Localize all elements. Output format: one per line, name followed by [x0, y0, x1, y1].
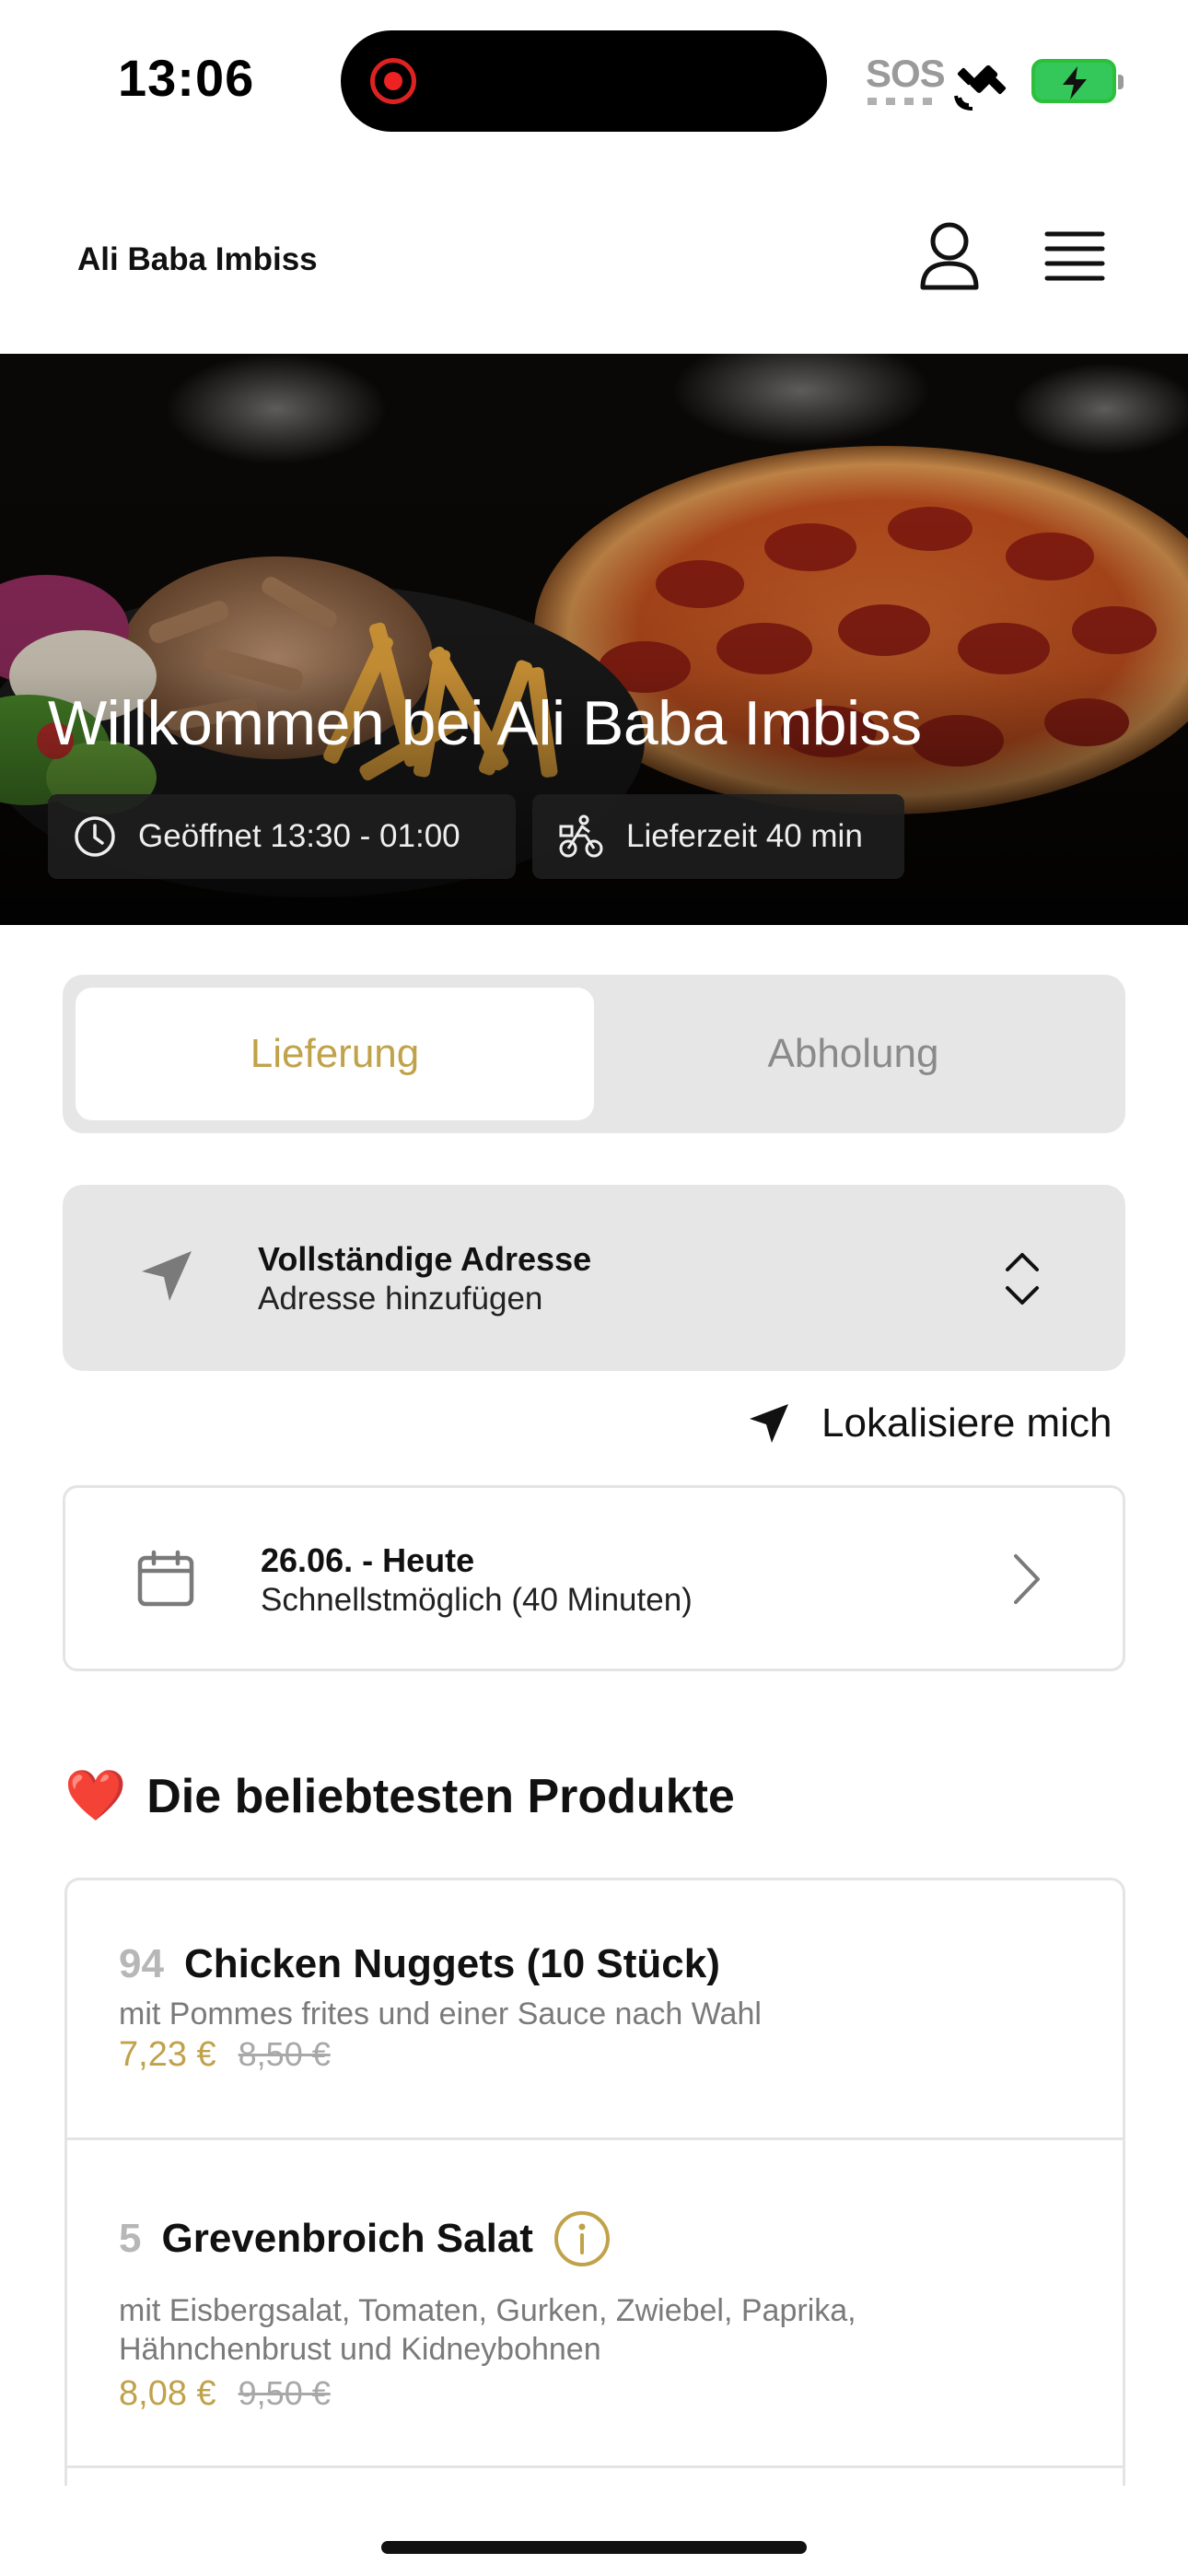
sos-dots — [868, 98, 932, 105]
heart-icon: ❤️ — [64, 1768, 127, 1823]
product-item[interactable]: 5 Grevenbroich Salat mit Eisbergsalat, T… — [67, 2140, 1123, 2468]
locate-me-button[interactable]: Lokalisiere mich — [748, 1400, 1112, 1446]
menu-icon[interactable] — [1044, 230, 1105, 282]
date-subtitle: Schnellstmöglich (40 Minuten) — [261, 1582, 693, 1618]
status-time: 13:06 — [118, 49, 255, 107]
popular-products-heading: ❤️ Die beliebtesten Produkte — [64, 1767, 735, 1825]
hero-banner: Willkommen bei Ali Baba Imbiss Geöffnet … — [0, 354, 1188, 925]
location-arrow-icon — [142, 1251, 192, 1301]
sos-indicator: SOS — [866, 52, 946, 95]
brand-name[interactable]: Ali Baba Imbiss — [77, 241, 318, 278]
status-bar: 13:06 SOS — [0, 0, 1188, 157]
opening-hours-text: Geöffnet 13:30 - 01:00 — [138, 818, 460, 854]
product-name: Chicken Nuggets (10 Stück) — [183, 1941, 720, 1986]
address-title: Vollständige Adresse — [258, 1240, 592, 1278]
product-name: Grevenbroich Salat — [161, 2216, 533, 2261]
popular-products-title: Die beliebtesten Produkte — [146, 1769, 735, 1823]
chevron-up-down-icon — [1006, 1253, 1039, 1305]
delivery-time-chip: Lieferzeit 40 min — [532, 794, 904, 879]
opening-hours-chip: Geöffnet 13:30 - 01:00 — [48, 794, 516, 879]
battery-charging-icon — [1031, 59, 1124, 103]
product-old-price: 8,50 € — [238, 2035, 331, 2073]
product-description: mit Eisbergsalat, Tomaten, Gurken, Zwieb… — [119, 2291, 1077, 2369]
tab-pickup[interactable]: Abholung — [594, 988, 1112, 1120]
order-mode-toggle: Lieferung Abholung — [63, 975, 1125, 1133]
product-price: 8,08 € — [119, 2374, 216, 2413]
product-number: 94 — [119, 1941, 164, 1986]
product-description-line: Hähnchenbrust und Kidneybohnen — [119, 2332, 601, 2367]
address-subtitle: Adresse hinzufügen — [258, 1281, 543, 1317]
chevron-right-icon — [1014, 1554, 1040, 1604]
product-description-line: mit Eisbergsalat, Tomaten, Gurken, Zwieb… — [119, 2293, 856, 2328]
bicycle-courier-icon — [559, 814, 603, 858]
calendar-icon — [137, 1550, 194, 1607]
product-item[interactable]: 94 Chicken Nuggets (10 Stück) mit Pommes… — [67, 1880, 1123, 2140]
dynamic-island — [341, 30, 827, 132]
product-old-price: 9,50 € — [238, 2374, 331, 2412]
product-header: 5 Grevenbroich Salat — [119, 2210, 611, 2267]
date-selector[interactable]: 26.06. - Heute Schnellstmöglich (40 Minu… — [63, 1485, 1125, 1671]
product-description: mit Pommes frites und einer Sauce nach W… — [119, 1996, 762, 2032]
satellite-icon — [954, 64, 1007, 111]
date-title: 26.06. - Heute — [261, 1541, 475, 1579]
tab-delivery[interactable]: Lieferung — [76, 988, 594, 1120]
address-selector[interactable]: Vollständige Adresse Adresse hinzufügen — [63, 1185, 1125, 1371]
info-icon[interactable] — [553, 2210, 611, 2267]
product-number: 5 — [119, 2216, 142, 2261]
location-arrow-icon — [750, 1404, 788, 1443]
product-price-row: 8,08 € 9,50 € — [119, 2374, 331, 2414]
home-indicator[interactable] — [381, 2541, 807, 2554]
product-price-row: 7,23 € 8,50 € — [119, 2035, 331, 2075]
product-price: 7,23 € — [119, 2035, 216, 2074]
app-header: Ali Baba Imbiss — [0, 157, 1188, 354]
delivery-time-text: Lieferzeit 40 min — [626, 818, 863, 854]
screen-recording-icon — [370, 58, 416, 104]
user-icon[interactable] — [917, 219, 982, 293]
popular-products-list: 94 Chicken Nuggets (10 Stück) mit Pommes… — [64, 1878, 1125, 2486]
clock-icon — [75, 816, 115, 857]
locate-me-label: Lokalisiere mich — [821, 1400, 1112, 1446]
hero-title: Willkommen bei Ali Baba Imbiss — [48, 688, 922, 758]
product-header: 94 Chicken Nuggets (10 Stück) — [119, 1941, 720, 1987]
